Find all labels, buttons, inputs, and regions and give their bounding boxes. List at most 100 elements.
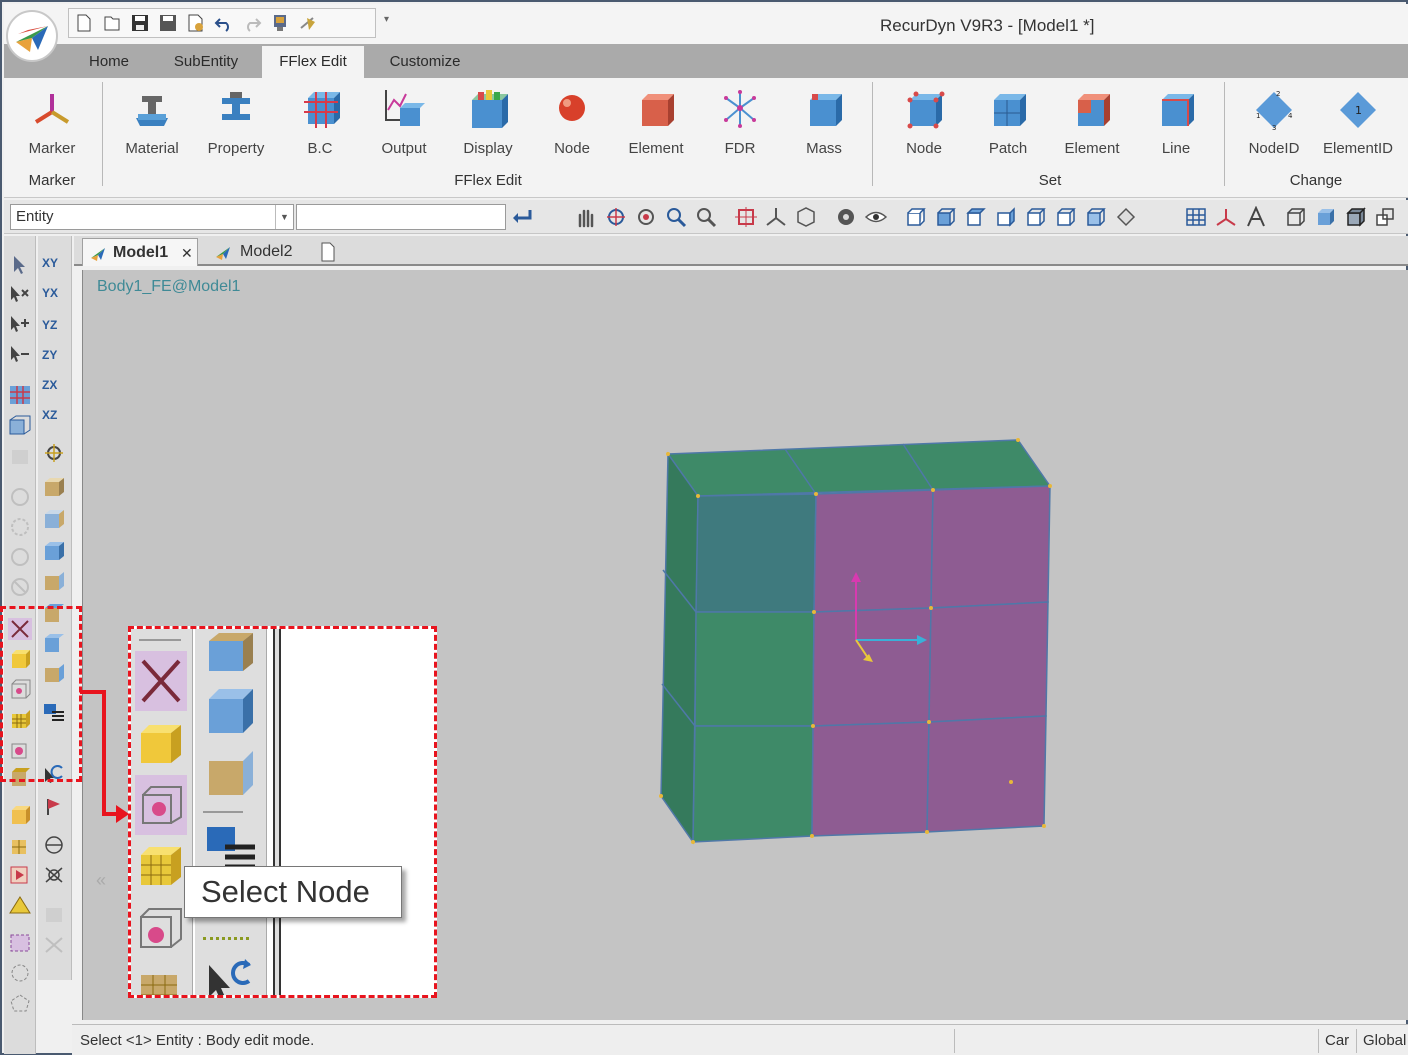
node-button[interactable]: Node <box>530 84 614 160</box>
fdr-button[interactable]: FDR <box>698 84 782 160</box>
eye-icon[interactable] <box>864 206 888 228</box>
zoom-icon[interactable] <box>694 206 718 228</box>
plane-yz-button[interactable]: YZ <box>42 318 66 340</box>
select-box-icon[interactable] <box>8 414 32 436</box>
material-button[interactable]: Material <box>110 84 194 160</box>
nodeid-button[interactable]: 2143 NodeID <box>1232 84 1316 160</box>
select-region-icon[interactable] <box>8 932 32 954</box>
select-polygon-icon[interactable] <box>8 992 32 1014</box>
select-grid-icon[interactable] <box>8 384 32 406</box>
chevron-down-icon[interactable]: ▼ <box>275 205 293 229</box>
view-section-icon[interactable] <box>1114 206 1138 228</box>
bc-button[interactable]: B.C <box>278 84 362 160</box>
animation-icon[interactable] <box>297 12 319 34</box>
save-as-icon[interactable] <box>157 12 179 34</box>
output-button[interactable]: Output <box>362 84 446 160</box>
coord-system-indicator[interactable]: Car <box>1318 1029 1358 1053</box>
screenshot-icon[interactable] <box>269 12 291 34</box>
view-iso-icon[interactable] <box>904 206 928 228</box>
set-line-button[interactable]: Line <box>1134 84 1218 160</box>
cube-view-7-icon[interactable] <box>205 747 257 799</box>
app-logo[interactable] <box>6 10 58 62</box>
render-icon[interactable] <box>834 206 858 228</box>
measure-icon[interactable] <box>42 864 66 886</box>
element-button[interactable]: Element <box>614 84 698 160</box>
select-triangle-icon[interactable] <box>8 894 32 916</box>
select-add-icon[interactable] <box>8 314 32 336</box>
select-remove-icon[interactable] <box>8 344 32 366</box>
orbit-icon[interactable] <box>634 206 658 228</box>
axis-display-icon[interactable] <box>1214 206 1238 228</box>
select-circle-icon[interactable] <box>8 962 32 984</box>
select-none-icon[interactable] <box>135 651 187 711</box>
view-back-icon[interactable] <box>964 206 988 228</box>
cube-view-6-icon[interactable] <box>205 629 257 675</box>
tab-fflex-edit[interactable]: FFlex Edit <box>262 46 364 78</box>
select-play-icon[interactable] <box>8 864 32 886</box>
axis-icon[interactable] <box>764 206 788 228</box>
hidden-line-icon[interactable] <box>1374 206 1398 228</box>
tab-customize[interactable]: Customize <box>378 46 472 78</box>
save-icon[interactable] <box>129 12 151 34</box>
reference-frame-indicator[interactable]: Global <box>1356 1029 1408 1053</box>
collapse-chevron-icon[interactable]: « <box>96 870 106 891</box>
select-solid-mesh-icon[interactable] <box>8 834 32 856</box>
enter-icon[interactable] <box>510 206 534 228</box>
plane-rotate-icon[interactable] <box>42 442 66 464</box>
marker-button[interactable]: Marker <box>10 84 94 160</box>
new-icon[interactable] <box>73 12 95 34</box>
cube-view-4-icon[interactable] <box>42 570 66 592</box>
view-top-icon[interactable] <box>1054 206 1078 228</box>
view-front-icon[interactable] <box>934 206 958 228</box>
tab-subentity[interactable]: SubEntity <box>162 46 250 78</box>
distance-icon[interactable] <box>42 834 66 856</box>
select-element-icon[interactable] <box>137 843 185 891</box>
zoom-window-icon[interactable] <box>664 206 688 228</box>
pick-point-icon[interactable] <box>42 796 66 818</box>
shaded-edges-icon[interactable] <box>1344 206 1368 228</box>
doc-tab-model1[interactable]: Model1 ✕ <box>82 238 198 266</box>
set-patch-button[interactable]: Patch <box>966 84 1050 160</box>
set-node-button[interactable]: Node <box>882 84 966 160</box>
display-button[interactable]: Display <box>446 84 530 160</box>
box-view-icon[interactable] <box>794 206 818 228</box>
cube-view-2-icon[interactable] <box>42 508 66 530</box>
rotate-icon[interactable] <box>604 206 628 228</box>
close-icon[interactable]: ✕ <box>181 239 193 267</box>
cube-view-3-icon[interactable] <box>205 685 257 737</box>
select-multiple-icon[interactable] <box>8 284 32 306</box>
text-icon[interactable] <box>1244 206 1268 228</box>
view-bottom-icon[interactable] <box>1084 206 1108 228</box>
close-document-icon[interactable] <box>185 12 207 34</box>
plane-yx-button[interactable]: YX <box>42 286 66 308</box>
property-button[interactable]: Property <box>194 84 278 160</box>
doc-tab-model2[interactable]: Model2 <box>208 238 308 266</box>
elementid-button[interactable]: 1 ElementID <box>1316 84 1400 160</box>
open-icon[interactable] <box>101 12 123 34</box>
refresh-select-icon[interactable] <box>205 951 257 998</box>
cube-view-1-icon[interactable] <box>42 476 66 498</box>
plane-zx-button[interactable]: ZX <box>42 378 66 400</box>
view-right-icon[interactable] <box>1024 206 1048 228</box>
select-arrow-icon[interactable] <box>8 254 32 276</box>
new-document-icon[interactable] <box>320 242 336 262</box>
mass-button[interactable]: Mass <box>782 84 866 160</box>
plane-xz-button[interactable]: XZ <box>42 408 66 430</box>
set-element-button[interactable]: Element <box>1050 84 1134 160</box>
select-patch-icon[interactable] <box>137 905 185 953</box>
view-left-icon[interactable] <box>994 206 1018 228</box>
select-face-icon[interactable] <box>137 967 185 998</box>
plane-xy-button[interactable]: XY <box>42 256 66 278</box>
tab-home[interactable]: Home <box>74 46 144 78</box>
shaded-icon[interactable] <box>1314 206 1338 228</box>
plane-zy-button[interactable]: ZY <box>42 348 66 370</box>
pan-hand-icon[interactable] <box>574 206 598 228</box>
customize-qat-icon[interactable]: ▾ <box>384 14 389 25</box>
select-body-icon[interactable] <box>137 721 185 769</box>
grid-icon[interactable] <box>1184 206 1208 228</box>
wireframe-icon[interactable] <box>1284 206 1308 228</box>
redo-icon[interactable] <box>241 12 263 34</box>
entity-input[interactable] <box>296 204 506 230</box>
select-solid-icon[interactable] <box>8 804 32 826</box>
fit-icon[interactable] <box>734 206 758 228</box>
